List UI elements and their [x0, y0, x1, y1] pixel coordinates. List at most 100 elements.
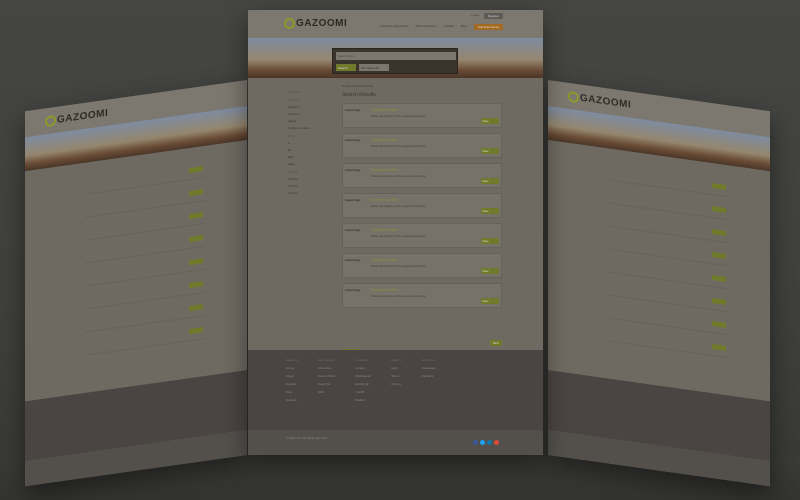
- view-button[interactable]: View: [481, 178, 499, 184]
- copyright-text: © Gazoomi. All rights reserved.: [286, 436, 328, 440]
- search-button[interactable]: Search: [336, 64, 356, 71]
- result-description: Short description of the experience list…: [371, 114, 426, 118]
- hero-banner: Search here Search All Categories: [248, 38, 543, 78]
- filter-sidebar: Filter By Country England Scotland Wales…: [288, 86, 333, 198]
- footer-link[interactable]: Newsletter: [422, 366, 436, 370]
- facebook-icon[interactable]: [473, 440, 478, 445]
- filter-option[interactable]: £££: [288, 155, 333, 159]
- filter-option[interactable]: £: [288, 141, 333, 145]
- footer-heading: Gazoomi: [286, 358, 299, 362]
- filter-option[interactable]: England: [288, 105, 333, 109]
- register-link[interactable]: Register: [483, 13, 503, 19]
- view-button[interactable]: View: [481, 298, 499, 304]
- social-icons: [473, 440, 499, 445]
- search-input[interactable]: Search here: [336, 52, 456, 60]
- result-thumbnail: brand logo: [345, 168, 361, 172]
- footer-link[interactable]: Home: [286, 366, 298, 370]
- footer-link[interactable]: About: [286, 374, 298, 378]
- results-list: Home / Search Results Search Results bra…: [342, 84, 502, 313]
- footer-link[interactable]: Adventure: [318, 366, 336, 370]
- twitter-icon[interactable]: [480, 440, 485, 445]
- filter-option[interactable]: Wales: [288, 119, 333, 123]
- add-experience-button[interactable]: Add Experience: [473, 24, 503, 30]
- footer-column: Locations London Manchester Edinburgh Ca…: [356, 358, 372, 406]
- footer-link[interactable]: Contact: [286, 382, 298, 386]
- filter-option[interactable]: ££: [288, 148, 333, 152]
- footer-column: Experiences Adventure Food & Drink Days …: [318, 358, 336, 406]
- result-title[interactable]: Experience title: [371, 287, 398, 292]
- result-title[interactable]: Experience title: [371, 167, 398, 172]
- filter-option[interactable]: Northern Ireland: [288, 126, 333, 130]
- footer-link[interactable]: Blog: [286, 390, 298, 394]
- nav-about[interactable]: About Gazoomi: [416, 24, 437, 30]
- footer-link[interactable]: Edinburgh: [356, 382, 372, 386]
- footer-link[interactable]: Help: [391, 366, 402, 370]
- footer-heading: Experiences: [318, 358, 335, 362]
- view-button[interactable]: View: [481, 118, 499, 124]
- login-link[interactable]: Login: [471, 13, 478, 19]
- google-plus-icon[interactable]: [494, 440, 499, 445]
- view-button[interactable]: View: [481, 238, 499, 244]
- result-card[interactable]: brand logo Experience title Short descri…: [342, 193, 502, 218]
- left-result-rows: [85, 159, 205, 361]
- footer-link[interactable]: Manchester: [356, 374, 372, 378]
- footer-heading: Follow Us: [421, 358, 435, 362]
- filter-option[interactable]: 5 Stars: [288, 177, 333, 181]
- account-links: Login Register: [471, 13, 503, 19]
- footer-link[interactable]: Days Out: [318, 382, 336, 386]
- result-title[interactable]: Experience title: [371, 257, 398, 262]
- footer-heading: Support: [391, 358, 402, 362]
- footer-link[interactable]: Belfast: [356, 398, 372, 402]
- footer-link[interactable]: Cardiff: [356, 390, 372, 394]
- right-screen-mockup: GAZOOMI: [548, 80, 770, 487]
- result-title[interactable]: Experience title: [371, 137, 398, 142]
- view-button[interactable]: View: [481, 208, 499, 214]
- result-thumbnail: brand logo: [345, 258, 361, 262]
- footer-link[interactable]: Food & Drink: [318, 374, 336, 378]
- nav-contact[interactable]: Contact: [443, 24, 453, 30]
- main-nav: Advertise Experience About Gazoomi Conta…: [380, 24, 503, 30]
- center-screen-mockup: GAZOOMI Login Register Advertise Experie…: [248, 10, 543, 455]
- result-card[interactable]: brand logo Experience title Short descri…: [342, 253, 502, 278]
- result-title[interactable]: Experience title: [371, 107, 398, 112]
- result-card[interactable]: brand logo Experience title Short descri…: [342, 283, 502, 308]
- left-body: [25, 140, 247, 402]
- left-screen-mockup: GAZOOMI: [25, 80, 247, 487]
- category-select[interactable]: All Categories: [359, 64, 389, 71]
- linkedin-icon[interactable]: [487, 440, 492, 445]
- result-title[interactable]: Experience title: [371, 197, 398, 202]
- nav-advertise[interactable]: Advertise Experience: [380, 24, 408, 30]
- filter-option[interactable]: 3 Stars: [288, 191, 333, 195]
- result-title[interactable]: Experience title: [371, 227, 398, 232]
- site-footer: Gazoomi Home About Contact Blog Careers …: [248, 350, 543, 430]
- footer-link[interactable]: Careers: [286, 398, 298, 402]
- next-page-button[interactable]: Next: [489, 340, 502, 346]
- result-thumbnail: brand logo: [345, 198, 361, 202]
- footer-link[interactable]: Gifts: [318, 390, 336, 394]
- footer-column: Follow Us Newsletter Partners: [422, 358, 436, 406]
- result-thumbnail: brand logo: [345, 228, 361, 232]
- right-result-rows: [608, 162, 728, 363]
- view-button[interactable]: View: [481, 148, 499, 154]
- footer-link[interactable]: Privacy: [391, 382, 402, 386]
- footer-link[interactable]: Terms: [391, 374, 402, 378]
- footer-heading: Locations: [355, 358, 369, 362]
- site-logo[interactable]: GAZOOMI: [284, 18, 347, 29]
- footer-link[interactable]: London: [356, 366, 372, 370]
- filter-option[interactable]: 4 Stars: [288, 184, 333, 188]
- footer-link[interactable]: Partners: [422, 374, 436, 378]
- filter-group-title: Country: [288, 98, 300, 102]
- result-card[interactable]: brand logo Experience title Short descri…: [342, 103, 502, 128]
- result-description: Short description of the experience list…: [371, 294, 426, 298]
- footer-bottom-bar: © Gazoomi. All rights reserved.: [248, 430, 543, 455]
- result-card[interactable]: brand logo Experience title Short descri…: [342, 223, 502, 248]
- view-button[interactable]: View: [481, 268, 499, 274]
- filter-option[interactable]: ££££: [288, 162, 333, 166]
- filter-option[interactable]: Scotland: [288, 112, 333, 116]
- filter-group-title: Price: [288, 134, 296, 138]
- result-card[interactable]: brand logo Experience title Short descri…: [342, 163, 502, 188]
- filter-heading: Filter By: [288, 90, 301, 94]
- search-panel: Search here Search All Categories: [332, 48, 458, 74]
- nav-blog[interactable]: Blog: [461, 24, 467, 30]
- result-card[interactable]: brand logo Experience title Short descri…: [342, 133, 502, 158]
